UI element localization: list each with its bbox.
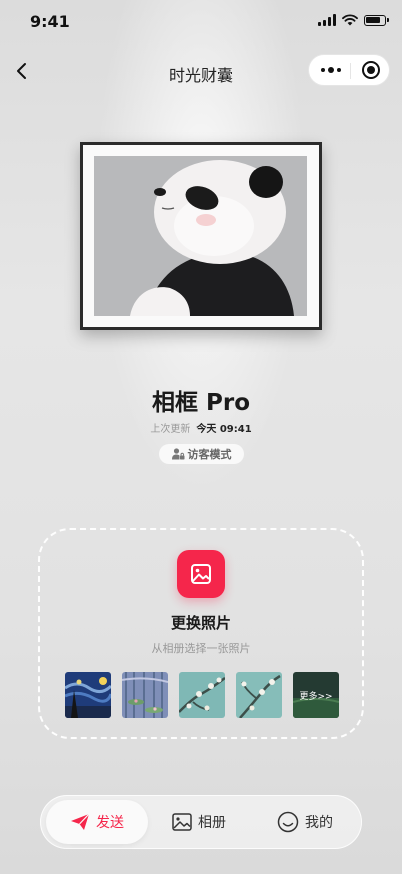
- more-options-icon[interactable]: [321, 67, 341, 73]
- capsule-divider: [350, 63, 351, 79]
- change-photo-button[interactable]: [177, 550, 225, 598]
- status-icons: [318, 14, 389, 26]
- tab-album[interactable]: 相册: [164, 800, 234, 844]
- tab-mine-label: 我的: [305, 815, 333, 831]
- thumbnail-almond-blossoms-2[interactable]: [236, 672, 282, 718]
- tab-album-label: 相册: [198, 815, 226, 831]
- user-lock-icon: [171, 448, 184, 460]
- last-updated: 上次更新 今天 09:41: [0, 420, 402, 435]
- guest-mode-label: 访客模式: [187, 448, 232, 461]
- change-photo-subtitle: 从相册选择一张照片: [151, 642, 251, 655]
- close-miniprogram-icon[interactable]: [362, 61, 380, 79]
- smile-icon: [277, 811, 299, 833]
- last-updated-label: 上次更新: [150, 424, 191, 435]
- photo-frame-preview: [80, 142, 322, 330]
- bottom-tab-bar: 发送 相册 我的: [40, 795, 362, 849]
- wifi-icon: [342, 14, 358, 26]
- status-time: 9:41: [30, 12, 70, 31]
- guest-mode-badge[interactable]: 访客模式: [159, 444, 244, 464]
- tab-send-label: 发送: [96, 815, 124, 831]
- image-icon: [191, 564, 211, 584]
- tab-send[interactable]: 发送: [46, 800, 148, 844]
- frame-mat: [83, 145, 319, 327]
- more-photos-button[interactable]: 更多>>: [293, 672, 339, 718]
- more-photos-label: 更多>>: [299, 692, 333, 702]
- thumbnail-starry-night[interactable]: [65, 672, 111, 718]
- change-photo-title: 更换照片: [170, 614, 231, 632]
- status-bar: 9:41: [0, 0, 402, 44]
- battery-icon: [364, 14, 389, 26]
- signal-icon: [318, 14, 336, 26]
- navigation-bar: 时光财囊: [0, 52, 402, 92]
- device-name: 相框 Pro: [151, 390, 250, 416]
- change-photo-dropzone[interactable]: 更换照片 从相册选择一张照片 更多>>: [38, 528, 364, 739]
- miniprogram-capsule: [308, 54, 390, 86]
- thumbnail-almond-blossoms-1[interactable]: [179, 672, 225, 718]
- image-icon: [172, 813, 192, 831]
- recent-photos: 更多>>: [65, 672, 339, 718]
- tab-mine[interactable]: 我的: [270, 800, 340, 844]
- thumbnail-water-lilies[interactable]: [122, 672, 168, 718]
- last-updated-value: 今天 09:41: [196, 424, 252, 435]
- panda-illustration: [94, 156, 307, 316]
- current-photo: [94, 156, 307, 316]
- send-icon: [71, 813, 90, 830]
